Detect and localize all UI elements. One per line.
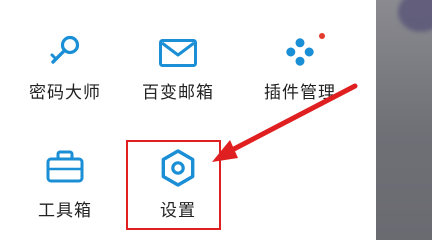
annotation-arrow: [212, 83, 358, 162]
